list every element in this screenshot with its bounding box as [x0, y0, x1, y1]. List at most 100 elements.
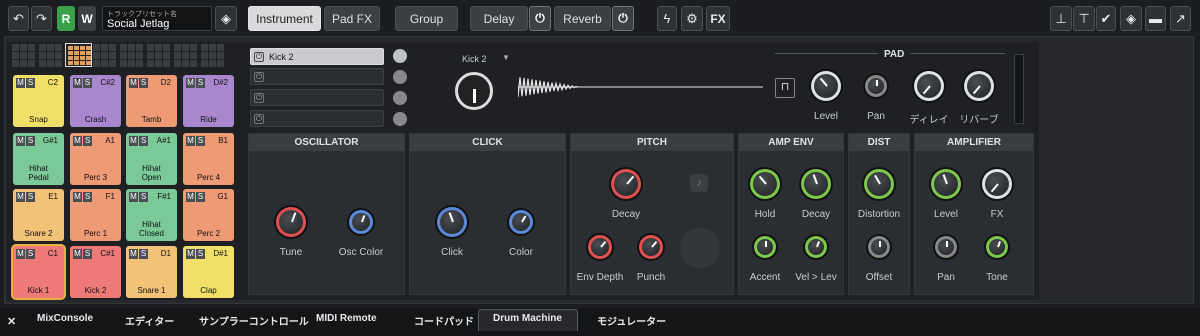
layer-level-knob[interactable] — [393, 112, 407, 126]
bank-cell[interactable] — [163, 60, 170, 67]
drum-pad[interactable]: M S B1 Perc 4 — [183, 133, 234, 185]
tune-knob[interactable] — [276, 207, 306, 237]
solo-button[interactable]: S — [26, 78, 35, 88]
solo-button[interactable]: S — [139, 78, 148, 88]
bank-cell[interactable] — [155, 52, 162, 59]
delay-button[interactable]: Delay — [470, 6, 528, 31]
layer-slot-4[interactable]: ⏻ — [250, 110, 384, 127]
tab-group[interactable]: Group — [395, 6, 458, 31]
write-automation-button[interactable]: W — [78, 6, 96, 31]
current-bank[interactable] — [65, 43, 92, 67]
open-external-icon[interactable]: ↗ — [1170, 6, 1191, 31]
tab-mixconsole[interactable]: MixConsole — [37, 313, 93, 324]
check-icon[interactable]: ✔ — [1096, 6, 1116, 31]
layer-level-knob[interactable] — [393, 91, 407, 105]
pan-knob[interactable] — [865, 75, 887, 97]
bank-cell[interactable] — [136, 52, 143, 59]
import-icon[interactable]: ⊥ — [1050, 6, 1072, 31]
power-icon[interactable]: ⏻ — [254, 72, 264, 82]
vel-lev-knob[interactable] — [805, 236, 827, 258]
drum-pad[interactable]: M S A1 Perc 3 — [70, 133, 121, 185]
bank-cell[interactable] — [39, 52, 46, 59]
bank-cell[interactable] — [12, 44, 19, 51]
bank-cell[interactable] — [93, 52, 100, 59]
bank-cell[interactable] — [109, 52, 116, 59]
delay-knob[interactable] — [914, 71, 944, 101]
bank-cell[interactable] — [55, 44, 62, 51]
lightning-icon[interactable]: ϟ — [657, 6, 677, 31]
tab-pad-fx[interactable]: Pad FX — [324, 6, 380, 31]
bank-cell[interactable] — [217, 60, 224, 67]
pitch-mod-dial[interactable] — [680, 228, 720, 268]
mute-button[interactable]: M — [73, 136, 82, 146]
bank-cell[interactable] — [174, 52, 181, 59]
tab-midi-remote[interactable]: MIDI Remote — [316, 313, 377, 324]
offset-knob[interactable] — [868, 236, 890, 258]
bank-cell[interactable] — [47, 60, 54, 67]
bank-cell[interactable] — [182, 44, 189, 51]
fx-knob[interactable] — [982, 169, 1012, 199]
mute-button[interactable]: M — [129, 249, 138, 259]
bank-cell[interactable] — [39, 60, 46, 67]
note-icon[interactable]: ♪ — [690, 174, 708, 192]
mute-button[interactable]: M — [16, 78, 25, 88]
bank-cell[interactable] — [12, 60, 19, 67]
solo-button[interactable]: S — [139, 192, 148, 202]
drum-pad[interactable]: M S G#1 Hihat Pedal — [13, 133, 64, 185]
bank-cell[interactable] — [209, 44, 216, 51]
solo-button[interactable]: S — [196, 136, 205, 146]
color-knob[interactable] — [509, 210, 533, 234]
solo-button[interactable]: S — [83, 249, 92, 259]
solo-button[interactable]: S — [196, 78, 205, 88]
mute-button[interactable]: M — [129, 136, 138, 146]
tab-editor[interactable]: エディター — [125, 313, 174, 328]
bank-cell[interactable] — [190, 60, 197, 67]
mute-button[interactable]: M — [16, 192, 25, 202]
layer-slot-2[interactable]: ⏻ — [250, 68, 384, 85]
bank-cell[interactable] — [101, 60, 108, 67]
layer-slot-1[interactable]: ⏻ Kick 2 — [250, 48, 384, 65]
mute-button[interactable]: M — [186, 249, 195, 259]
power-icon[interactable]: ⏻ — [254, 114, 264, 124]
mute-button[interactable]: M — [16, 249, 25, 259]
mute-button[interactable]: M — [73, 249, 82, 259]
trigger-mode-button[interactable]: ⊓ — [775, 78, 795, 98]
mute-button[interactable]: M — [73, 78, 82, 88]
close-icon[interactable]: ✕ — [7, 315, 16, 328]
bank-cell[interactable] — [55, 52, 62, 59]
bank-cell[interactable] — [47, 52, 54, 59]
reverb-power-icon[interactable]: ⏻ — [612, 6, 634, 31]
decay-knob[interactable] — [611, 169, 641, 199]
redo-icon[interactable]: ↷ — [31, 6, 52, 31]
distortion-knob[interactable] — [864, 169, 894, 199]
mute-button[interactable]: M — [16, 136, 25, 146]
folder-icon[interactable]: ▬ — [1145, 6, 1166, 31]
bank-cell[interactable] — [109, 60, 116, 67]
mute-button[interactable]: M — [73, 192, 82, 202]
click-knob[interactable] — [437, 207, 467, 237]
drum-pad[interactable]: M S E1 Snare 2 — [13, 189, 64, 241]
bank-cell[interactable] — [39, 44, 46, 51]
bank-cell[interactable] — [147, 60, 154, 67]
bank-cell[interactable] — [136, 44, 143, 51]
bank-cell[interactable] — [201, 44, 208, 51]
drum-pad[interactable]: M S D2 Tamb — [126, 75, 177, 127]
tab-instrument[interactable]: Instrument — [248, 6, 321, 31]
punch-knob[interactable] — [639, 235, 663, 259]
drum-pad[interactable]: M S C2 Snap — [13, 75, 64, 127]
tab-modulator[interactable]: モジュレーター — [597, 313, 666, 328]
bank-cell[interactable] — [174, 44, 181, 51]
mute-button[interactable]: M — [129, 78, 138, 88]
bank-cell[interactable] — [136, 60, 143, 67]
bank-cell[interactable] — [101, 52, 108, 59]
fx-button[interactable]: FX — [706, 6, 730, 31]
settings-icon[interactable]: ⚙ — [681, 6, 703, 31]
sample-select-knob[interactable] — [455, 72, 493, 110]
bank-cell[interactable] — [163, 52, 170, 59]
bank-cell[interactable] — [12, 52, 19, 59]
bank-cell[interactable] — [28, 52, 35, 59]
read-automation-button[interactable]: R — [57, 6, 75, 31]
tab-drum-machine[interactable]: Drum Machine — [493, 313, 562, 324]
bank-cell[interactable] — [209, 60, 216, 67]
bank-cell[interactable] — [120, 44, 127, 51]
